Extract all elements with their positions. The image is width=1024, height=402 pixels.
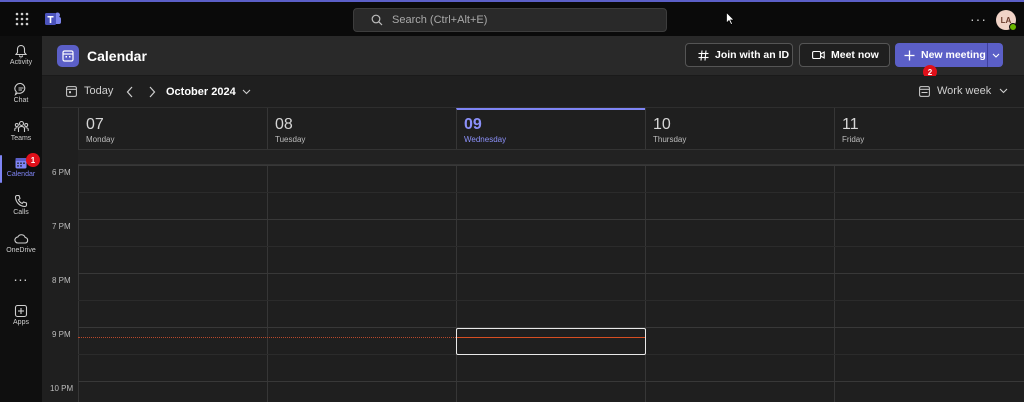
join-with-id-button[interactable]: Join with an ID [685,43,793,67]
chevron-down-icon [999,88,1008,94]
chevron-left-icon[interactable] [126,86,134,98]
more-dots-icon: ... [13,268,29,284]
month-label: October 2024 [166,86,236,98]
column-divider [456,165,457,402]
time-label: 7 PM [52,222,71,231]
new-meeting-button[interactable]: New meeting [895,43,987,67]
top-bar: ··· LA [0,0,1024,36]
rail-label: Calls [13,209,29,216]
day-header-thursday[interactable]: 10 Thursday [645,108,834,149]
time-label: 9 PM [52,330,71,339]
all-day-row[interactable] [78,149,1024,165]
day-header-tuesday[interactable]: 08 Tuesday [267,108,456,149]
day-number: 10 [653,116,671,133]
rail-label: Apps [13,319,29,326]
app-launcher-icon[interactable] [14,11,30,27]
view-selector[interactable]: Work week [919,85,1008,97]
calendar-toolbar: Today October 2024 Work week [42,76,1024,108]
rail-item-onedrive[interactable]: OneDrive [0,228,42,262]
day-name: Monday [86,135,115,144]
day-name: Thursday [653,135,687,144]
day-name: Friday [842,135,865,144]
day-name: Tuesday [275,135,306,144]
new-meeting-label: New meeting [921,49,986,61]
day-header-wednesday[interactable]: 09 Wednesday [456,108,645,149]
presence-status-icon [1009,23,1017,31]
add-apps-icon [14,304,28,318]
time-label: 8 PM [52,276,71,285]
meet-now-button[interactable]: Meet now [799,43,890,67]
more-apps-button[interactable]: ... [0,268,42,286]
rail-label: Calendar [6,171,36,178]
chat-icon [14,82,26,96]
calendar-grid: 07 Monday 08 Tuesday 09 Wednesday 10 Thu… [42,108,1024,402]
search-box[interactable] [353,8,667,32]
today-label: Today [84,85,114,97]
page-title: Calendar [87,48,147,64]
today-button[interactable]: Today [66,85,113,97]
new-meeting-options-button[interactable] [987,43,1003,67]
column-divider [267,165,268,402]
rail-item-teams[interactable]: Teams [0,116,42,150]
current-time-indicator-past [78,337,456,338]
day-header-friday[interactable]: 11 Friday [834,108,1024,149]
teams-logo-icon [45,12,61,25]
search-icon [371,14,383,26]
rail-label: OneDrive [6,247,36,254]
rail-item-activity[interactable]: Activity [0,40,42,74]
time-label: 6 PM [52,168,71,177]
video-camera-icon [812,50,825,60]
chevron-right-icon[interactable] [148,86,156,98]
half-hour-line [78,300,1024,301]
day-number: 07 [86,116,104,133]
hour-line [78,273,1024,274]
step-marker-1: 1 [26,153,40,167]
cloud-icon [13,234,28,244]
calendar-app-icon [57,45,79,67]
column-divider [78,165,79,402]
day-name: Wednesday [464,135,507,144]
app-rail: Activity Chat Teams Calendar 1 Calls One… [0,36,42,402]
calendar-header: Calendar Join with an ID Meet now New me… [42,36,1024,76]
time-label: 10 PM [50,384,74,393]
selected-time-slot[interactable] [456,328,646,355]
rail-label: Teams [10,135,32,142]
today-calendar-icon [66,85,77,97]
join-with-id-label: Join with an ID [715,49,790,61]
hash-icon [698,49,709,61]
day-number: 11 [842,116,859,133]
search-input[interactable] [392,11,652,29]
rail-item-chat[interactable]: Chat [0,78,42,112]
day-number: 09 [464,116,482,133]
settings-more-icon[interactable]: ··· [970,11,987,27]
mouse-cursor-icon [726,12,735,25]
rail-label: Activity [9,59,33,66]
hour-line [78,219,1024,220]
view-label: Work week [937,85,992,97]
hour-line [78,381,1024,382]
phone-icon [14,194,28,208]
day-number: 08 [275,116,293,133]
plus-icon [904,50,915,60]
chevron-down-icon [992,53,999,58]
column-divider [645,165,646,402]
half-hour-line [78,192,1024,193]
hour-line [78,165,1024,166]
teams-icon [13,120,29,132]
rail-label: Chat [13,97,29,104]
column-divider [834,165,835,402]
meet-now-label: Meet now [831,49,879,61]
chevron-down-icon [242,89,251,95]
work-week-icon [919,85,930,97]
half-hour-line [78,246,1024,247]
bell-icon [14,44,28,58]
day-header-monday[interactable]: 07 Monday [78,108,267,149]
rail-item-apps[interactable]: Apps [0,300,42,334]
month-picker[interactable]: October 2024 [166,86,251,98]
rail-item-calls[interactable]: Calls [0,190,42,224]
